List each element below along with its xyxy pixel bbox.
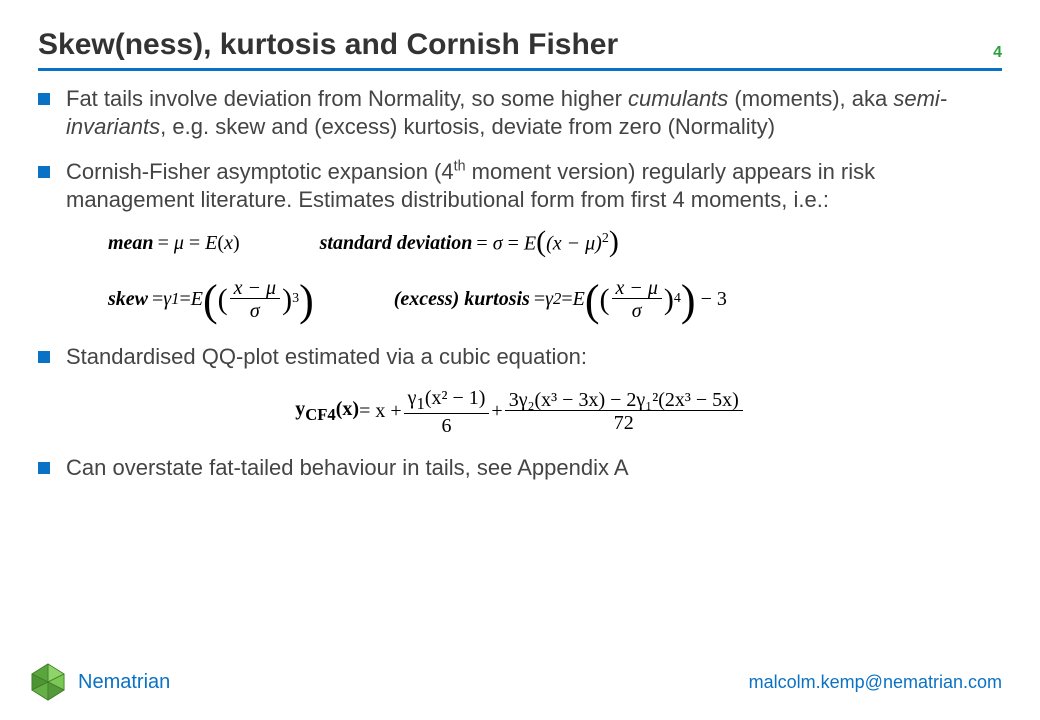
bullet-list: Fat tails involve deviation from Normali… — [38, 85, 1002, 213]
footer: Nematrian malcolm.kemp@nematrian.com — [28, 662, 1002, 702]
eq-cf-lhs: yCF4(x) — [295, 398, 359, 425]
bullet-2-sup: th — [454, 159, 466, 175]
bullet-4-text: Can overstate fat-tailed behaviour in ta… — [66, 455, 629, 480]
equation-kurtosis: (excess) kurtosis = γ2 = E ( ( x − μ σ )… — [394, 278, 727, 321]
bullet-list-2: Standardised QQ-plot estimated via a cub… — [38, 343, 1002, 371]
equation-row-1: mean = μ = E(x) standard deviation = σ =… — [108, 231, 1002, 256]
bullet-1-text-b: (moments), aka — [728, 86, 893, 111]
eq-skew-body: = γ1 = E ( ( x − μ σ )3 ) — [152, 278, 314, 321]
eq-mean-label: mean — [108, 232, 154, 255]
eq-cf-plus: + — [491, 400, 502, 423]
footer-email: malcolm.kemp@nematrian.com — [749, 672, 1002, 693]
brand: Nematrian — [28, 662, 170, 702]
bullet-2: Cornish-Fisher asymptotic expansion (4th… — [38, 158, 1002, 213]
eq-cf-term1: γ1(x² − 1) 6 — [404, 388, 490, 436]
eq-sd-label: standard deviation — [320, 232, 473, 255]
equation-cf: yCF4(x) = x + γ1(x² − 1) 6 + 3γ₂(x³ − 3x… — [295, 388, 745, 436]
eq-sd-body: = σ = E((x − μ)2) — [476, 231, 618, 256]
eq-skew-label: skew — [108, 288, 148, 311]
bullet-3-text: Standardised QQ-plot estimated via a cub… — [66, 344, 587, 369]
eq-mean-body: = μ = E(x) — [158, 232, 240, 255]
eq-kurt-label: (excess) kurtosis — [394, 288, 530, 311]
bullet-1-em-1: cumulants — [628, 86, 728, 111]
eq-cf-term2: 3γ₂(x³ − 3x) − 2γ₁²(2x³ − 5x) 72 — [505, 390, 743, 433]
bullet-list-3: Can overstate fat-tailed behaviour in ta… — [38, 454, 1002, 482]
header: Skew(ness), kurtosis and Cornish Fisher … — [38, 28, 1002, 62]
bullet-1: Fat tails involve deviation from Normali… — [38, 85, 1002, 140]
equation-cf-wrap: yCF4(x) = x + γ1(x² − 1) 6 + 3γ₂(x³ − 3x… — [38, 388, 1002, 436]
slide: Skew(ness), kurtosis and Cornish Fisher … — [0, 0, 1040, 720]
bullet-2-text-a: Cornish-Fisher asymptotic expansion (4 — [66, 159, 454, 184]
equation-row-2: skew = γ1 = E ( ( x − μ σ )3 ) (excess) … — [108, 278, 1002, 321]
page-title: Skew(ness), kurtosis and Cornish Fisher — [38, 28, 618, 62]
equation-mean: mean = μ = E(x) — [108, 231, 240, 256]
eq-cf-eq: = x + — [359, 400, 402, 423]
bullet-1-text-c: , e.g. skew and (excess) kurtosis, devia… — [160, 114, 775, 139]
logo-icon — [28, 662, 68, 702]
title-rule — [38, 68, 1002, 71]
bullet-1-text-a: Fat tails involve deviation from Normali… — [66, 86, 628, 111]
eq-kurt-body: = γ2 = E ( ( x − μ σ )4 ) − 3 — [534, 278, 727, 321]
bullet-3: Standardised QQ-plot estimated via a cub… — [38, 343, 1002, 371]
equation-group-moments: mean = μ = E(x) standard deviation = σ =… — [108, 231, 1002, 321]
equation-skew: skew = γ1 = E ( ( x − μ σ )3 ) — [108, 278, 314, 321]
page-number: 4 — [993, 44, 1002, 62]
bullet-4: Can overstate fat-tailed behaviour in ta… — [38, 454, 1002, 482]
equation-sd: standard deviation = σ = E((x − μ)2) — [320, 231, 619, 256]
brand-name: Nematrian — [78, 671, 170, 694]
